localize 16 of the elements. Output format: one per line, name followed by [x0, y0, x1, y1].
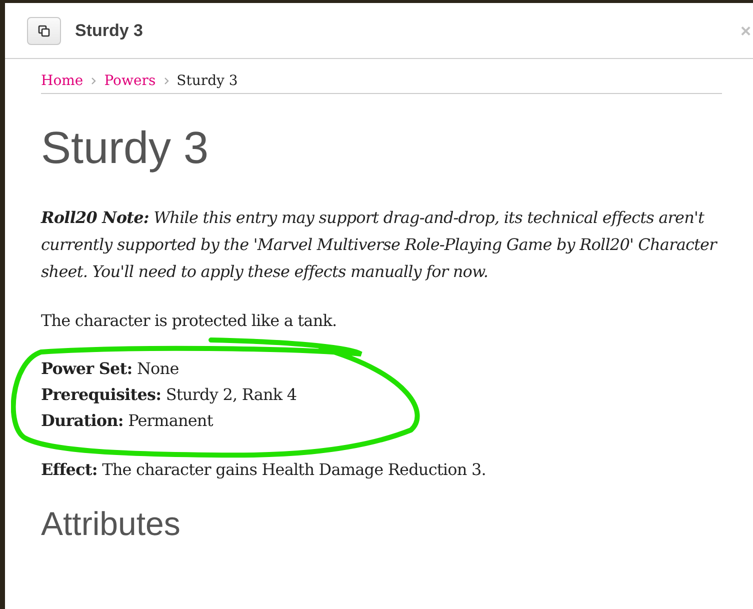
- property-line: Duration: Permanent: [41, 410, 214, 432]
- current-page-text: Sturdy 3: [176, 73, 238, 89]
- section-heading: Attributes: [41, 505, 182, 543]
- dialog-title: Sturdy 3: [75, 20, 144, 40]
- windows-icon: [38, 24, 50, 36]
- breadcrumb-link[interactable]: Powers: [104, 73, 156, 89]
- effect-text: Effect: The character gains Health Damage Reduction 3.: [41, 459, 487, 481]
- breadcrumb-link[interactable]: Home: [41, 73, 84, 89]
- property-line: Power Set: None: [41, 358, 180, 380]
- chevron-icon: [91, 77, 96, 85]
- property-line: Prerequisites: Sturdy 2, Rank 4: [41, 384, 298, 406]
- note-text: Roll20 Note: While this entry may support drag-and-drop, its technical effects aren't currently supported by the 'Marvel Multiverse Role-Playing Game by Roll20' Character sheet. You'll need to apply these effects manually for now.: [41, 207, 718, 283]
- pop-out-button[interactable]: [27, 16, 61, 44]
- page-heading: Sturdy 3: [41, 122, 210, 174]
- chevron-icon: [164, 77, 169, 85]
- description-text: The character is protected like a tank.: [41, 310, 338, 332]
